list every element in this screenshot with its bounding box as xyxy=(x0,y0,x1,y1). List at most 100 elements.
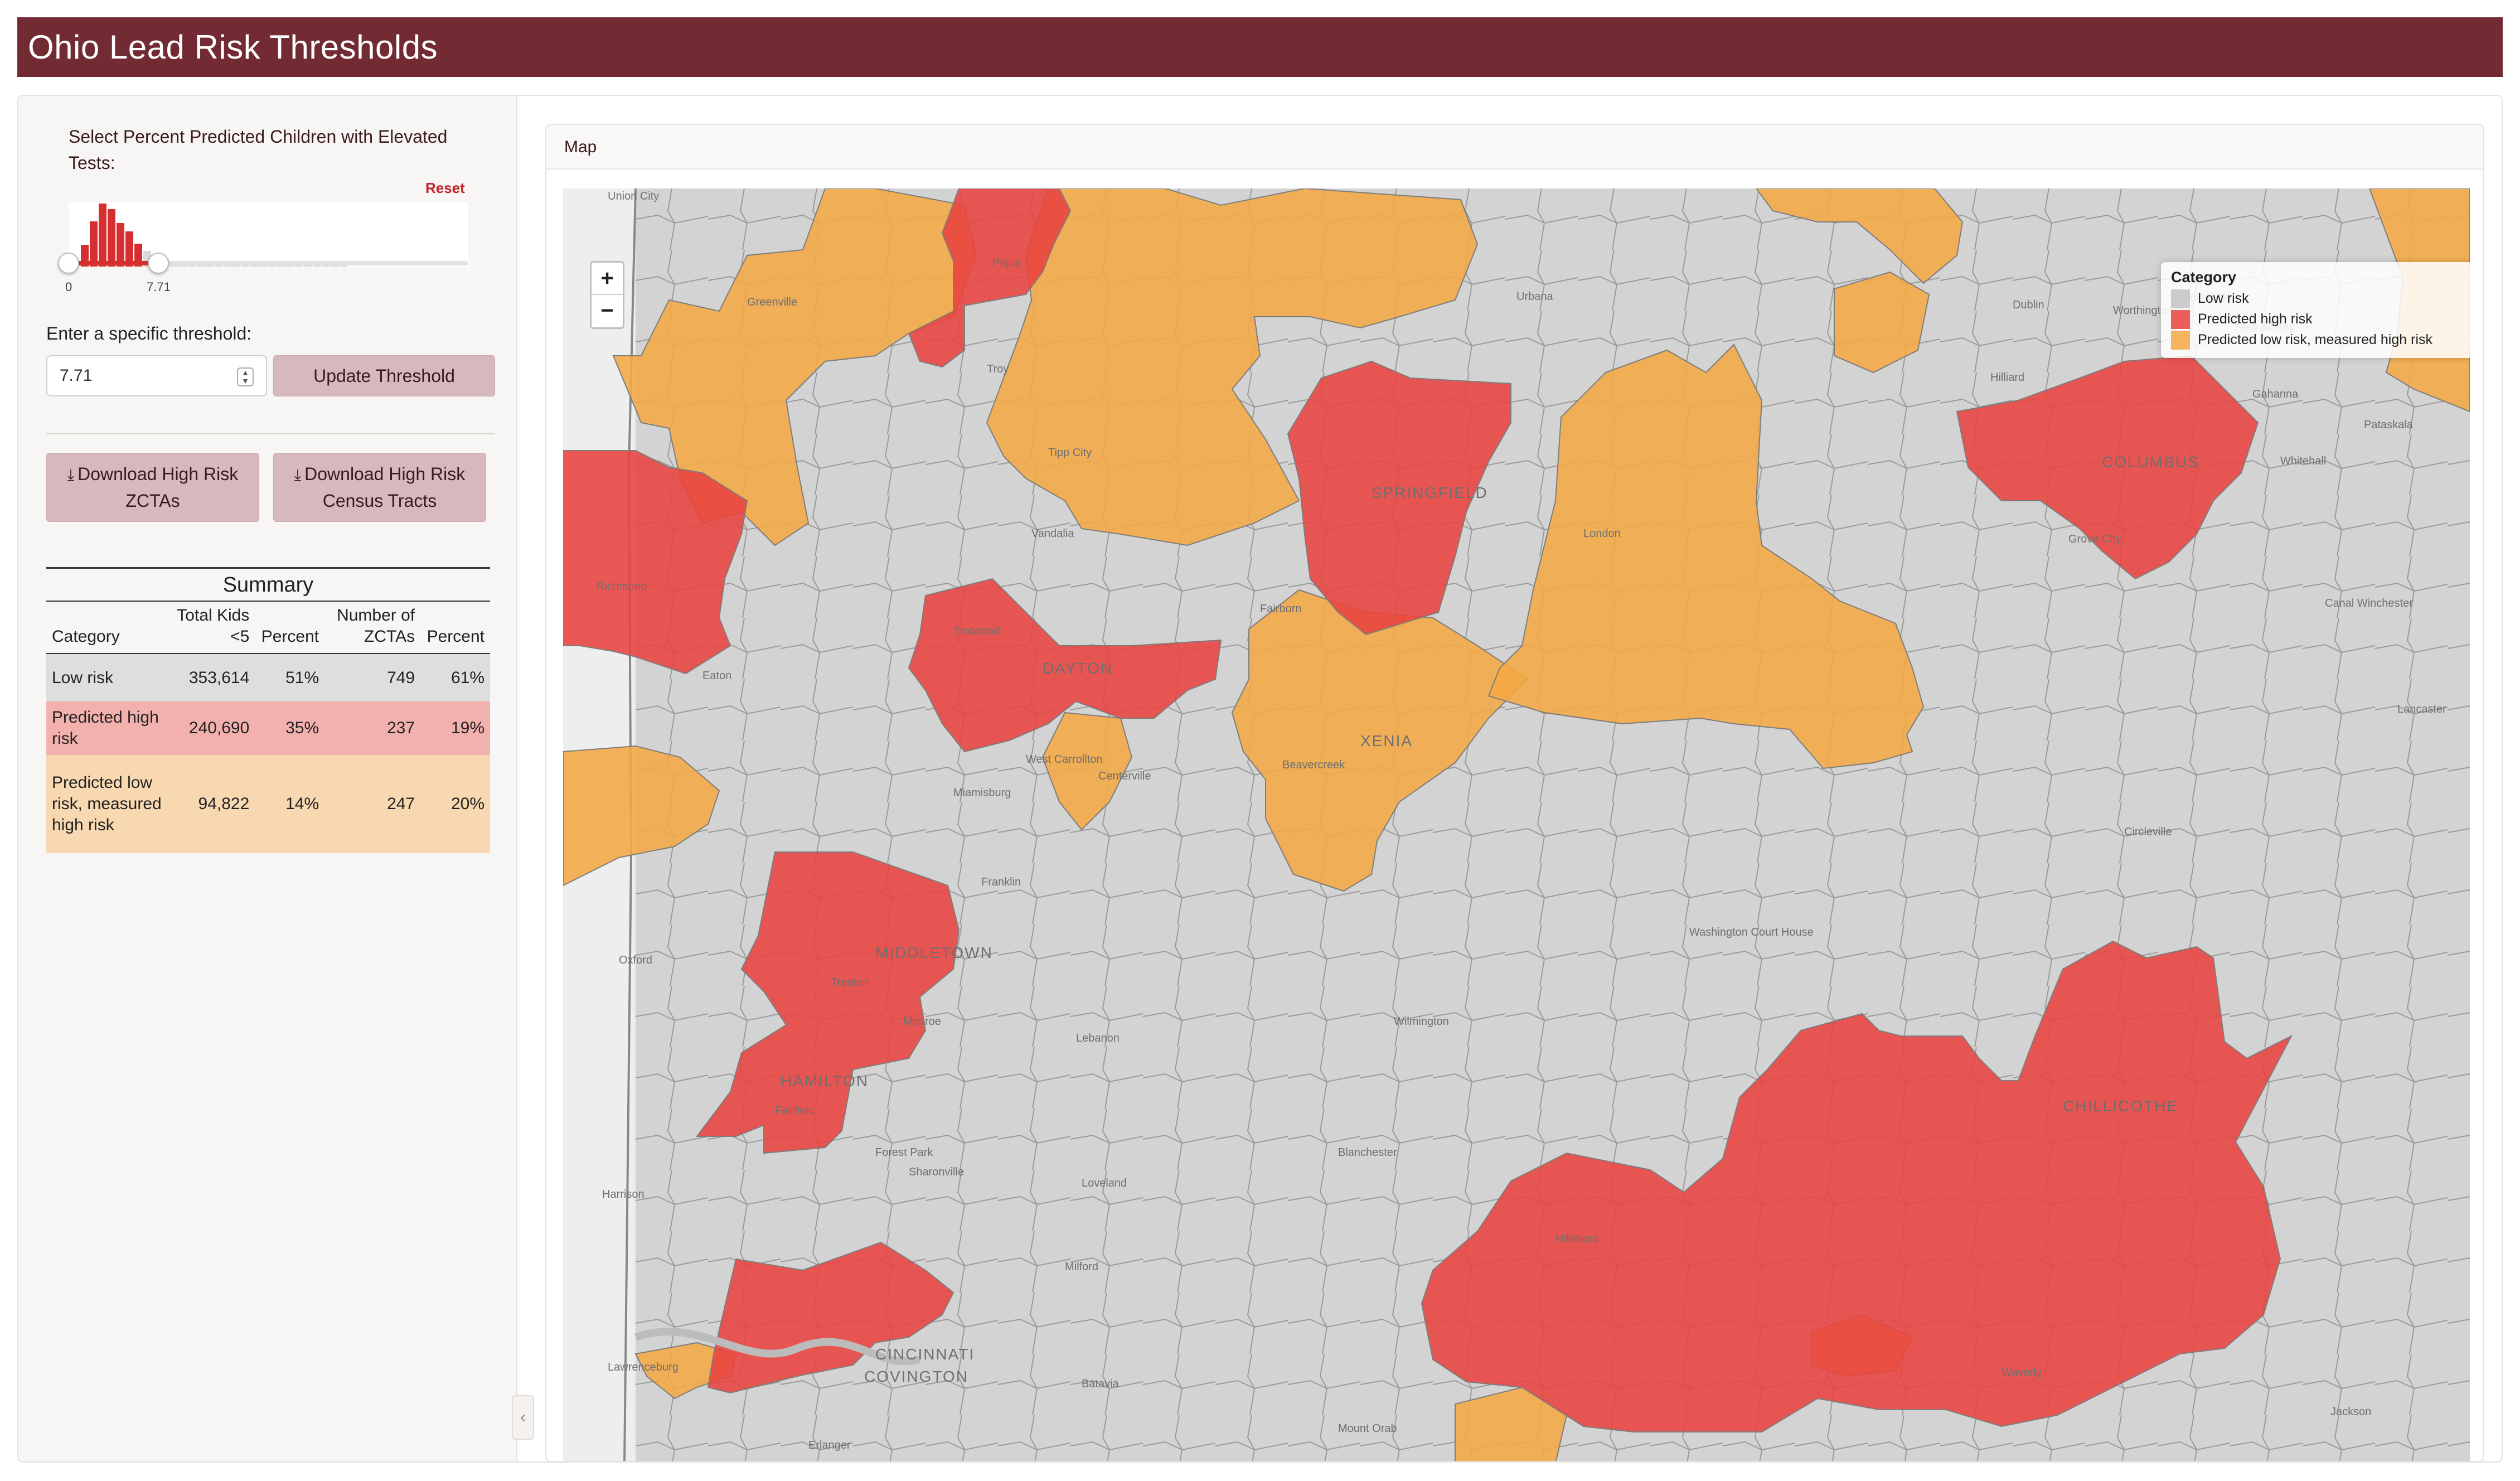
place-label: Blanchester xyxy=(1338,1146,1397,1159)
legend-swatch xyxy=(2171,330,2190,350)
download-tracts-button[interactable]: ⤓ Download High Risk Census Tracts xyxy=(273,453,486,522)
place-label: Milford xyxy=(1065,1261,1098,1273)
threshold-value: 7.71 xyxy=(60,366,93,385)
header-num-zctas: Number of ZCTAs xyxy=(324,601,421,654)
place-label: Beavercreek xyxy=(1282,759,1345,771)
legend-label: Predicted high risk xyxy=(2198,311,2313,327)
place-label: Greenville xyxy=(747,296,797,308)
slider-max-handle[interactable] xyxy=(148,253,169,274)
legend-label: Low risk xyxy=(2198,291,2249,306)
map-card: Map Union CityPiquaUrbanaGreenvillePlain… xyxy=(545,124,2484,1462)
place-label: Jackson xyxy=(2330,1406,2371,1418)
histogram-bar xyxy=(117,222,124,267)
threshold-label: Enter a specific threshold: xyxy=(46,323,252,343)
row-zcta-pct: 20% xyxy=(420,755,490,853)
place-label: CHILLICOTHE xyxy=(2063,1097,2178,1115)
place-label: Batavia xyxy=(1082,1378,1120,1390)
table-row: Low risk 353,614 51% 749 61% xyxy=(46,654,490,701)
place-label: Centerville xyxy=(1098,770,1151,782)
slider-label: Select Percent Predicted Children with E… xyxy=(69,127,448,173)
map-card-title: Map xyxy=(546,125,2483,170)
row-kids-pct: 35% xyxy=(255,701,325,755)
slider-min-label: 0 xyxy=(65,280,72,294)
header-category: Category xyxy=(46,601,171,654)
download-zcta-button[interactable]: ⤓ Download High Risk ZCTAs xyxy=(46,453,259,522)
place-label: Trenton xyxy=(831,976,869,989)
app-title: Ohio Lead Risk Thresholds xyxy=(28,28,438,66)
place-label: Dublin xyxy=(2013,299,2044,311)
histogram-bar xyxy=(286,265,294,267)
place-label: Hilliard xyxy=(1990,371,2024,384)
place-label: DAYTON xyxy=(1043,660,1113,677)
predicted-high-risk-region[interactable] xyxy=(563,450,748,675)
reset-link[interactable]: Reset xyxy=(425,180,465,197)
row-zctas: 749 xyxy=(324,654,421,701)
place-label: Harrison xyxy=(602,1188,644,1201)
place-label: Washington Court House xyxy=(1689,926,1814,938)
row-kids: 94,822 xyxy=(170,755,255,853)
place-label: COLUMBUS xyxy=(2102,453,2199,471)
place-label: Fairfield xyxy=(775,1105,815,1117)
row-category: Predicted low risk, measured high risk xyxy=(46,755,171,853)
number-spinner-icon[interactable]: ▲ ▼ xyxy=(237,367,254,386)
place-label: Piqua xyxy=(992,257,1021,269)
table-row: Predicted low risk, measured high risk 9… xyxy=(46,755,490,853)
place-label: Wilmington xyxy=(1394,1015,1449,1028)
map-legend: Category Low risk Predicted high risk Pr… xyxy=(2161,262,2470,358)
place-label: MIDDLETOWN xyxy=(875,944,993,961)
sidebar-divider xyxy=(46,433,495,434)
threshold-input[interactable]: 7.71 ▲ ▼ xyxy=(46,355,267,396)
place-label: Troy xyxy=(987,363,1009,375)
zoom-control: + − xyxy=(590,261,624,329)
leaflet-map[interactable]: Union CityPiquaUrbanaGreenvillePlain Cit… xyxy=(563,188,2470,1461)
legend-swatch xyxy=(2171,289,2190,308)
place-label: Lebanon xyxy=(1076,1032,1120,1044)
summary-header-row: Category Total Kids <5 Percent Number of… xyxy=(46,601,490,654)
row-category: Low risk xyxy=(46,654,171,701)
summary-table: Summary Category Total Kids <5 Percent N… xyxy=(46,567,490,853)
update-threshold-button[interactable]: Update Threshold xyxy=(273,355,495,396)
place-label: Erlanger xyxy=(808,1439,851,1451)
place-label: COVINGTON xyxy=(864,1368,968,1385)
slider-min-handle[interactable] xyxy=(58,253,79,274)
threshold-histogram xyxy=(69,202,468,267)
place-label: HAMILTON xyxy=(781,1072,869,1090)
histogram-bar xyxy=(322,265,329,267)
download-icon: ⤓ xyxy=(294,466,302,483)
row-category: Predicted high risk xyxy=(46,701,171,755)
place-label: Sharonville xyxy=(909,1166,964,1178)
legend-item: Predicted high risk xyxy=(2171,309,2463,330)
place-label: Richmond xyxy=(597,580,647,593)
zoom-in-button[interactable]: + xyxy=(592,263,623,295)
sidebar: Select Percent Predicted Children with E… xyxy=(18,96,517,1461)
collapse-sidebar-button[interactable]: ‹ xyxy=(512,1395,534,1440)
chevron-left-icon: ‹ xyxy=(520,1408,526,1426)
row-zctas: 247 xyxy=(324,755,421,853)
legend-label: Predicted low risk, measured high risk xyxy=(2198,332,2432,347)
download-tracts-label: Download High Risk Census Tracts xyxy=(304,464,466,511)
zoom-out-button[interactable]: − xyxy=(592,295,623,327)
header-total-kids: Total Kids <5 xyxy=(170,601,255,654)
place-label: London xyxy=(1583,527,1621,540)
place-label: Lancaster xyxy=(2397,703,2446,715)
legend-swatch xyxy=(2171,309,2190,329)
place-label: Mount Orab xyxy=(1338,1422,1397,1435)
place-label: Loveland xyxy=(1082,1177,1127,1189)
histogram-bar xyxy=(99,204,106,267)
place-label: West Carrollton xyxy=(1026,753,1102,766)
row-zcta-pct: 19% xyxy=(420,701,490,755)
place-label: Waverly xyxy=(2002,1367,2041,1379)
place-label: CINCINNATI xyxy=(875,1346,975,1363)
place-label: Eaton xyxy=(702,670,731,682)
place-label: Oxford xyxy=(619,954,652,966)
row-kids: 353,614 xyxy=(170,654,255,701)
download-zcta-label: Download High Risk ZCTAs xyxy=(77,464,239,511)
histogram-bar xyxy=(295,265,303,267)
summary-title: Summary xyxy=(46,567,490,601)
legend-title: Category xyxy=(2171,269,2237,285)
row-kids-pct: 51% xyxy=(255,654,325,701)
place-label: XENIA xyxy=(1360,732,1413,749)
place-label: Whitehall xyxy=(2280,455,2326,467)
histogram-bar xyxy=(331,265,338,267)
choropleth-svg: Union CityPiquaUrbanaGreenvillePlain Cit… xyxy=(563,188,2470,1461)
